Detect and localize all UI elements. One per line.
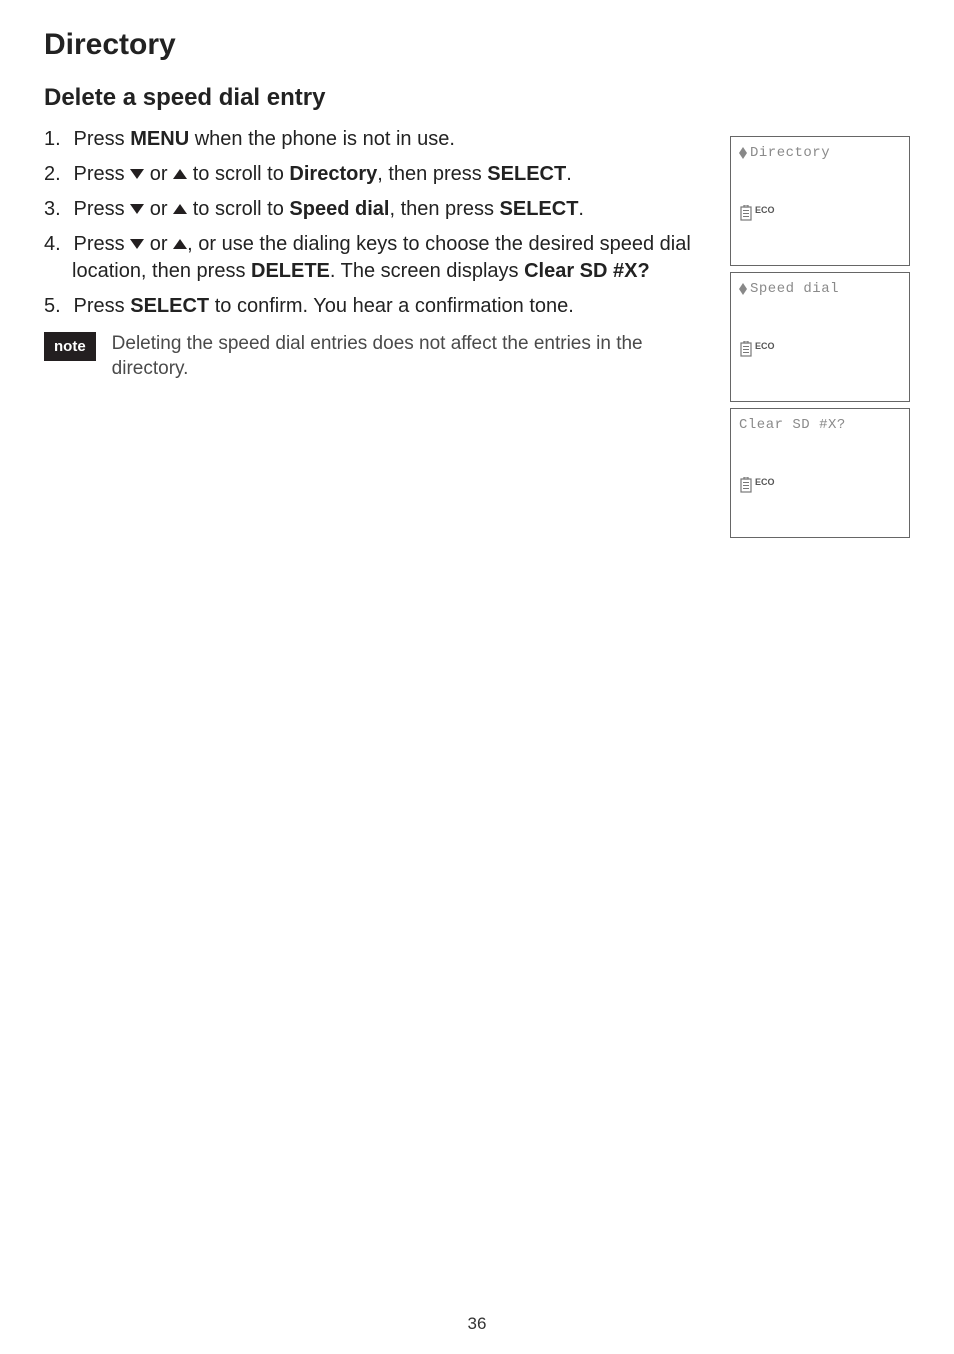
lcd-screens: Directory ECO Speed dial ECO Clear SD #X? ECO (730, 136, 910, 544)
step-item: 4. Press or , or use the dialing keys to… (44, 231, 744, 285)
lcd-screen: Directory ECO (730, 136, 910, 266)
lcd-screen: Clear SD #X? ECO (730, 408, 910, 538)
lcd-text: Speed dial (750, 281, 839, 297)
step-number: 4. (44, 231, 68, 258)
lcd-screen: Speed dial ECO (730, 272, 910, 402)
battery-icon (739, 205, 753, 221)
lcd-line1: Clear SD #X? (739, 417, 901, 433)
lcd-text: Clear SD #X? (739, 417, 846, 433)
eco-label: ECO (755, 477, 775, 487)
note-badge: note (44, 332, 96, 361)
bold-text: Directory (289, 163, 377, 185)
bold-text: DELETE (251, 260, 330, 282)
page-number: 36 (0, 1314, 954, 1334)
section-subtitle: Delete a speed dial entry (44, 84, 910, 112)
battery-icon (739, 477, 753, 493)
arrow-down-icon (130, 167, 144, 181)
eco-indicator: ECO (739, 205, 775, 221)
bold-text: MENU (130, 128, 189, 150)
bold-text: Clear SD #X? (524, 260, 650, 282)
lcd-line1: Directory (739, 145, 901, 161)
arrow-up-icon (173, 237, 187, 251)
step-number: 1. (44, 126, 68, 153)
step-number: 3. (44, 196, 68, 223)
step-item: 5. Press SELECT to confirm. You hear a c… (44, 293, 744, 320)
arrow-up-icon (173, 202, 187, 216)
arrow-down-icon (130, 237, 144, 251)
eco-label: ECO (755, 341, 775, 351)
arrow-down-icon (130, 202, 144, 216)
bold-text: SELECT (130, 295, 209, 317)
battery-icon (739, 341, 753, 357)
arrow-up-icon (173, 167, 187, 181)
step-number: 5. (44, 293, 68, 320)
updown-arrow-icon (739, 283, 747, 295)
eco-indicator: ECO (739, 341, 775, 357)
lcd-line1: Speed dial (739, 281, 901, 297)
bold-text: Speed dial (289, 198, 389, 220)
updown-arrow-icon (739, 147, 747, 159)
bold-text: SELECT (487, 163, 566, 185)
eco-indicator: ECO (739, 477, 775, 493)
bold-text: SELECT (500, 198, 579, 220)
note-text: Deleting the speed dial entries does not… (112, 332, 712, 381)
step-item: 1. Press MENU when the phone is not in u… (44, 126, 744, 153)
step-item: 2. Press or to scroll to Directory, then… (44, 161, 744, 188)
step-number: 2. (44, 161, 68, 188)
page-title: Directory (44, 28, 910, 62)
lcd-text: Directory (750, 145, 830, 161)
step-item: 3. Press or to scroll to Speed dial, the… (44, 196, 744, 223)
eco-label: ECO (755, 205, 775, 215)
